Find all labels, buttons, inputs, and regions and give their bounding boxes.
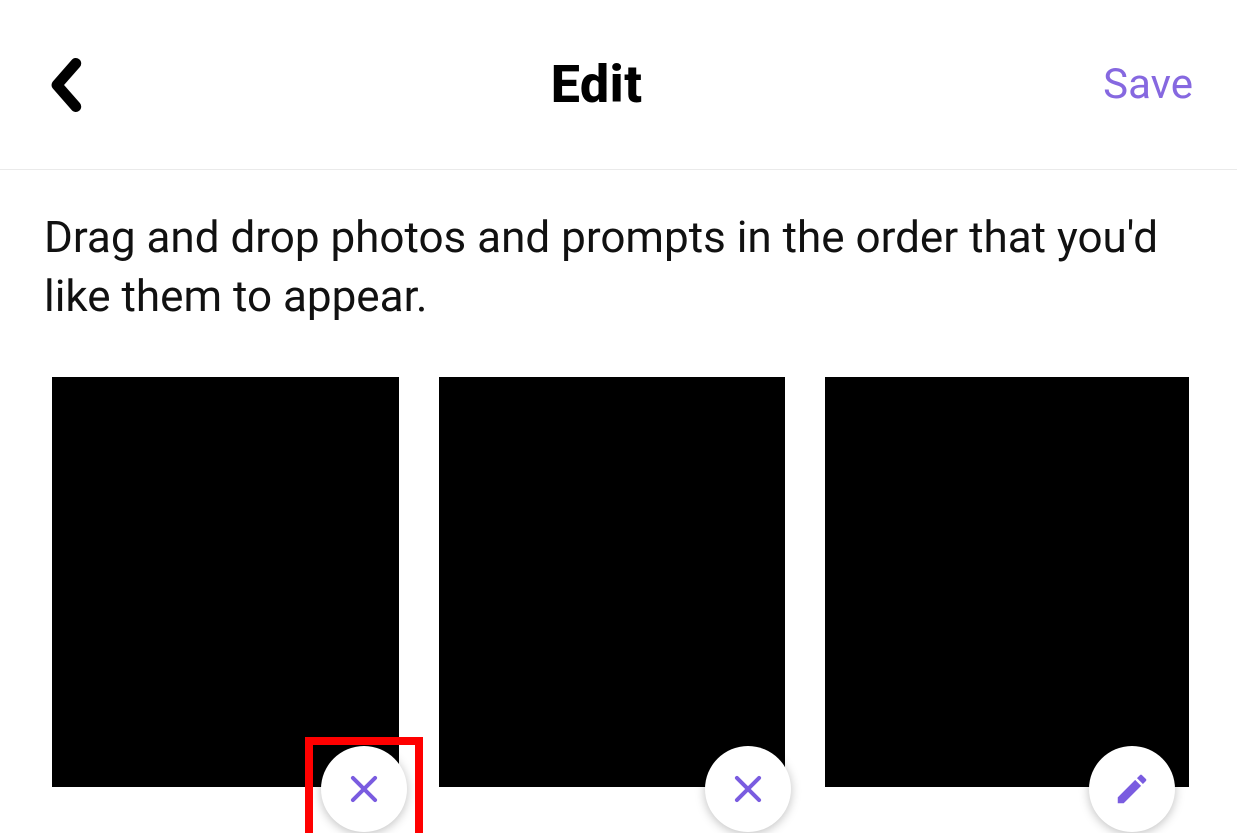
chevron-left-icon xyxy=(48,58,82,112)
prompt-card[interactable] xyxy=(825,377,1189,787)
close-icon xyxy=(345,770,383,808)
edit-prompt-button[interactable] xyxy=(1089,746,1175,832)
instructions-text: Drag and drop photos and prompts in the … xyxy=(0,170,1237,327)
photo-card[interactable] xyxy=(52,377,399,787)
back-button[interactable] xyxy=(40,55,90,115)
header-bar: Edit Save xyxy=(0,0,1237,170)
photo-grid xyxy=(0,327,1237,787)
photo-card[interactable] xyxy=(439,377,786,787)
page-title: Edit xyxy=(551,54,643,115)
close-icon xyxy=(729,770,767,808)
save-button[interactable]: Save xyxy=(1103,60,1197,109)
pencil-icon xyxy=(1113,770,1151,808)
delete-photo-button[interactable] xyxy=(705,746,791,832)
delete-photo-button[interactable] xyxy=(321,746,407,832)
